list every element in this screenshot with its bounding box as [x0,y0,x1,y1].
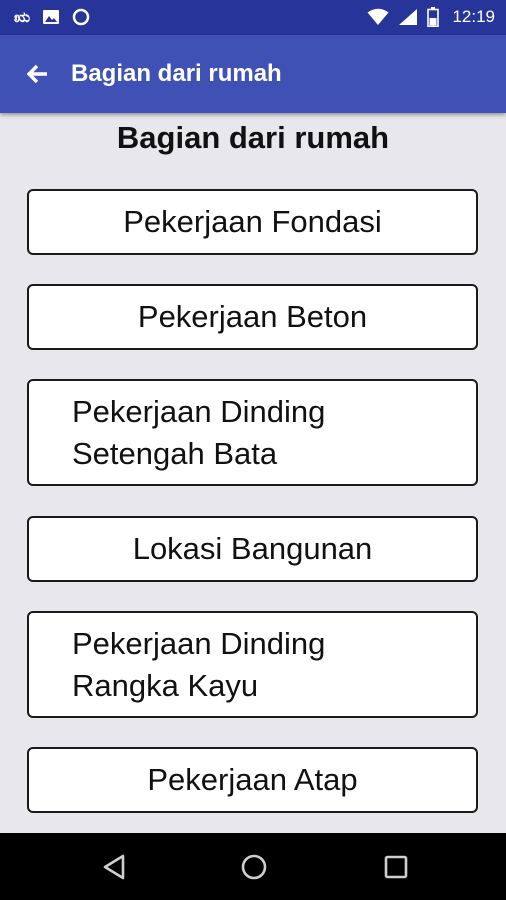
status-notifications: ಋ [14,5,90,29]
notification-glyph: ಋ [14,8,30,26]
menu-button-label-line-2: Rangka Kayu [72,667,259,703]
arrow-left-icon [27,64,47,84]
menu-button-pekerjaan-atap[interactable]: Pekerjaan Atap [27,747,478,813]
menu-button-label-line-2: Setengah Bata [72,435,278,471]
app-bar-title: Bagian dari rumah [71,60,282,87]
app-bar: Bagian dari rumah [0,35,506,113]
menu-button-label: Pekerjaan Dinding Setengah Bata [72,391,325,475]
back-button[interactable] [24,60,52,88]
menu-button-label: Pekerjaan Dinding Rangka Kayu [72,623,325,707]
image-notification-icon [42,10,59,24]
navigation-bar [0,833,506,900]
wifi-icon [367,8,389,25]
circle-notification-icon [72,8,90,26]
menu-button-label-line-1: Pekerjaan Dinding [72,393,326,429]
menu-button-label: Pekerjaan Fondasi [123,204,382,239]
home-circle-icon [241,854,267,880]
menu-button-label: Lokasi Bangunan [132,531,373,566]
menu-button-dinding-rangka-kayu[interactable]: Pekerjaan Dinding Rangka Kayu [27,611,478,718]
status-system-icons: 12:19 [367,5,495,29]
recents-square-icon [384,855,408,879]
signal-icon [399,9,418,25]
nav-home-button[interactable] [234,847,274,887]
menu-button-label: Pekerjaan Atap [147,762,358,797]
menu-button-dinding-setengah-bata[interactable]: Pekerjaan Dinding Setengah Bata [27,379,478,486]
status-time: 12:19 [452,7,495,26]
menu-button-pekerjaan-beton[interactable]: Pekerjaan Beton [27,284,478,350]
menu-button-label-line-1: Pekerjaan Dinding [72,625,326,661]
menu-button-lokasi-bangunan[interactable]: Lokasi Bangunan [27,516,478,582]
nav-back-button[interactable] [94,847,134,887]
menu-button-label: Pekerjaan Beton [137,299,368,334]
status-bar: ಋ 12:19 [0,0,506,35]
battery-icon [427,7,440,27]
menu-button-pekerjaan-fondasi[interactable]: Pekerjaan Fondasi [27,189,478,255]
page-title: Bagian dari rumah [116,120,390,155]
nav-recents-button[interactable] [376,847,416,887]
back-triangle-icon [103,854,125,880]
